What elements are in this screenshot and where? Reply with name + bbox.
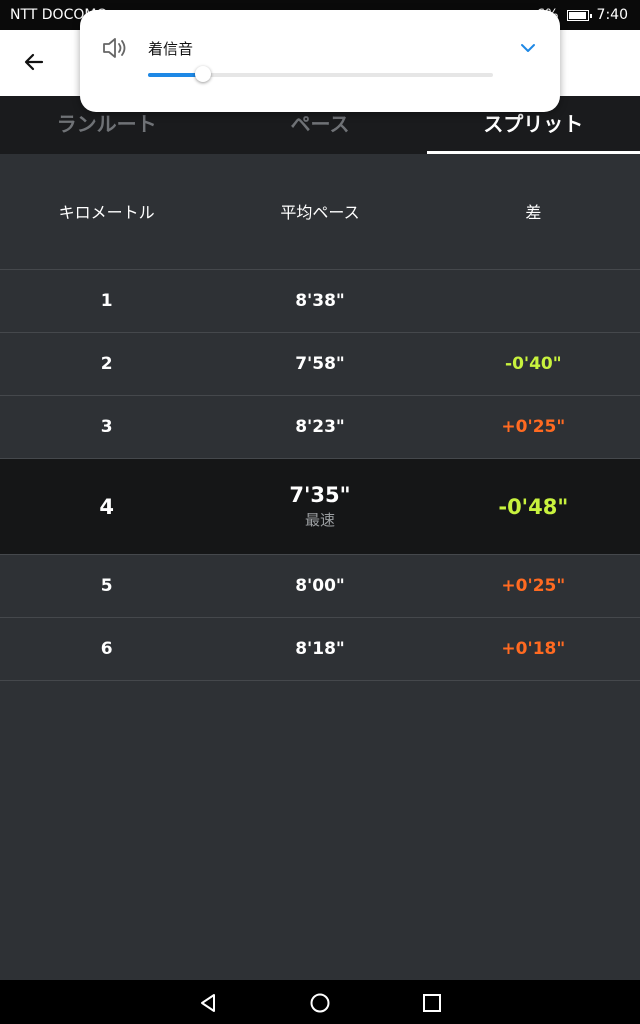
diff-cell: +0'25" — [501, 417, 566, 437]
nav-recents-icon[interactable] — [421, 992, 443, 1014]
km-cell: 1 — [100, 291, 113, 311]
pace-cell: 7'35" 最速 — [213, 483, 426, 530]
battery-icon — [566, 9, 592, 21]
arrow-left-icon — [24, 53, 44, 71]
column-header-avg-pace: 平均ペース — [280, 202, 360, 222]
diff-cell: +0'25" — [501, 576, 566, 596]
pace-value: 7'35" — [289, 483, 351, 507]
pace-cell: 8'38" — [295, 291, 345, 311]
km-cell: 2 — [100, 354, 113, 374]
diff-cell: -0'40" — [505, 354, 562, 374]
table-row: 5 8'00" +0'25" — [0, 555, 640, 618]
nav-home-icon[interactable] — [309, 992, 331, 1014]
km-cell: 6 — [100, 639, 113, 659]
nav-back-icon[interactable] — [197, 992, 219, 1014]
fastest-label: 最速 — [304, 511, 335, 529]
table-row: 3 8'23" +0'25" — [0, 396, 640, 459]
volume-slider[interactable] — [148, 66, 493, 82]
km-cell: 4 — [99, 494, 114, 519]
km-cell: 5 — [100, 576, 113, 596]
table-row: 6 8'18" +0'18" — [0, 618, 640, 681]
volume-stream-label: 着信音 — [148, 40, 194, 58]
speaker-icon[interactable] — [100, 34, 128, 62]
back-button[interactable] — [14, 42, 54, 82]
splits-table: キロメートル 平均ペース 差 1 8'38" 2 7'58" -0'40" 3 … — [0, 154, 640, 681]
volume-slider-thumb[interactable] — [195, 66, 212, 82]
pace-cell: 8'00" — [295, 576, 345, 596]
table-row-fastest: 4 7'35" 最速 -0'48" — [0, 459, 640, 555]
table-row: 1 8'38" — [0, 270, 640, 333]
diff-cell: +0'18" — [501, 639, 566, 659]
chevron-down-icon[interactable] — [518, 38, 538, 58]
volume-panel: 着信音 — [80, 10, 560, 112]
diff-cell: -0'48" — [498, 494, 569, 519]
clock: 7:40 — [596, 7, 628, 23]
pace-cell: 8'23" — [295, 417, 345, 437]
pace-cell: 7'58" — [295, 354, 345, 374]
column-header-km: キロメートル — [58, 202, 155, 222]
system-nav-bar — [0, 980, 640, 1024]
table-row: 2 7'58" -0'40" — [0, 333, 640, 396]
pace-cell: 8'18" — [295, 639, 345, 659]
column-header-diff: 差 — [525, 202, 542, 222]
km-cell: 3 — [100, 417, 113, 437]
table-header: キロメートル 平均ペース 差 — [0, 154, 640, 270]
